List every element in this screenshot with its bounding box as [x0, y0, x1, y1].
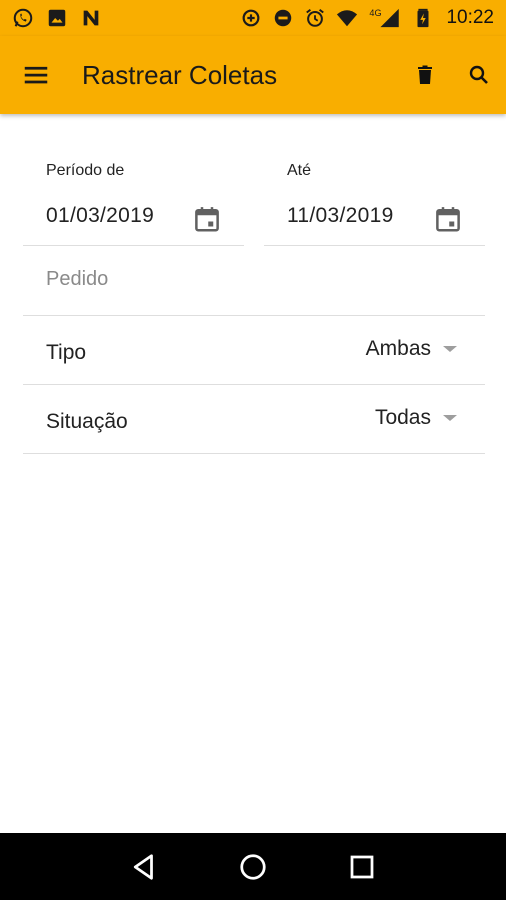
- system-icons: 4G 10:22: [240, 7, 494, 29]
- period-to-field[interactable]: Até 11/03/2019: [264, 162, 485, 246]
- period-to-value[interactable]: 11/03/2019: [287, 204, 394, 228]
- period-row: Período de 01/03/2019 Até 11/03/2019: [23, 162, 485, 246]
- period-to-label: Até: [287, 162, 312, 179]
- status-bar: 4G 10:22: [0, 0, 506, 36]
- alarm-icon: [304, 7, 326, 29]
- signal-icon: 4G: [368, 7, 402, 29]
- delete-button[interactable]: [398, 36, 452, 114]
- menu-button[interactable]: [0, 36, 72, 114]
- battery-icon: [412, 7, 434, 29]
- tipo-value: Ambas: [365, 337, 431, 360]
- recents-button[interactable]: [337, 842, 387, 892]
- search-button[interactable]: [452, 36, 506, 114]
- home-icon: [240, 853, 266, 880]
- situacao-value: Todas: [374, 406, 431, 429]
- tipo-label: Tipo: [46, 341, 87, 364]
- app-bar: Rastrear Coletas: [0, 36, 506, 114]
- pedido-field: [23, 246, 485, 316]
- situacao-select[interactable]: Todas: [375, 406, 457, 430]
- calendar-icon[interactable]: [433, 204, 463, 234]
- notification-icons: [12, 7, 102, 29]
- tipo-select[interactable]: Ambas: [366, 337, 457, 361]
- navigation-bar: [0, 833, 506, 900]
- period-from-value[interactable]: 01/03/2019: [46, 204, 154, 228]
- data-saver-icon: [240, 7, 262, 29]
- do-not-disturb-icon: [272, 7, 294, 29]
- svg-text:4G: 4G: [370, 8, 382, 18]
- image-icon: [46, 7, 68, 29]
- period-from-label: Período de: [46, 162, 125, 179]
- dropdown-arrow-icon: [443, 415, 457, 421]
- situacao-label: Situação: [46, 410, 128, 433]
- back-button[interactable]: [119, 842, 169, 892]
- search-icon: [469, 65, 488, 84]
- filter-form: Período de 01/03/2019 Até 11/03/2019 Tip…: [23, 114, 485, 454]
- whatsapp-icon: [12, 7, 34, 29]
- back-icon: [134, 853, 154, 880]
- page-title: Rastrear Coletas: [82, 59, 278, 90]
- wifi-icon: [336, 7, 358, 29]
- calendar-icon[interactable]: [192, 204, 222, 234]
- clock: 10:22: [446, 7, 494, 28]
- pedido-input[interactable]: [46, 268, 466, 291]
- period-from-field[interactable]: Período de 01/03/2019: [23, 162, 244, 246]
- tipo-row[interactable]: Tipo Ambas: [23, 316, 485, 385]
- n-app-icon: [80, 7, 102, 29]
- dropdown-arrow-icon: [443, 346, 457, 352]
- home-button[interactable]: [228, 842, 278, 892]
- delete-icon: [418, 65, 432, 84]
- recents-icon: [350, 855, 374, 878]
- situacao-row[interactable]: Situação Todas: [23, 385, 485, 454]
- hamburger-menu-icon: [24, 66, 48, 84]
